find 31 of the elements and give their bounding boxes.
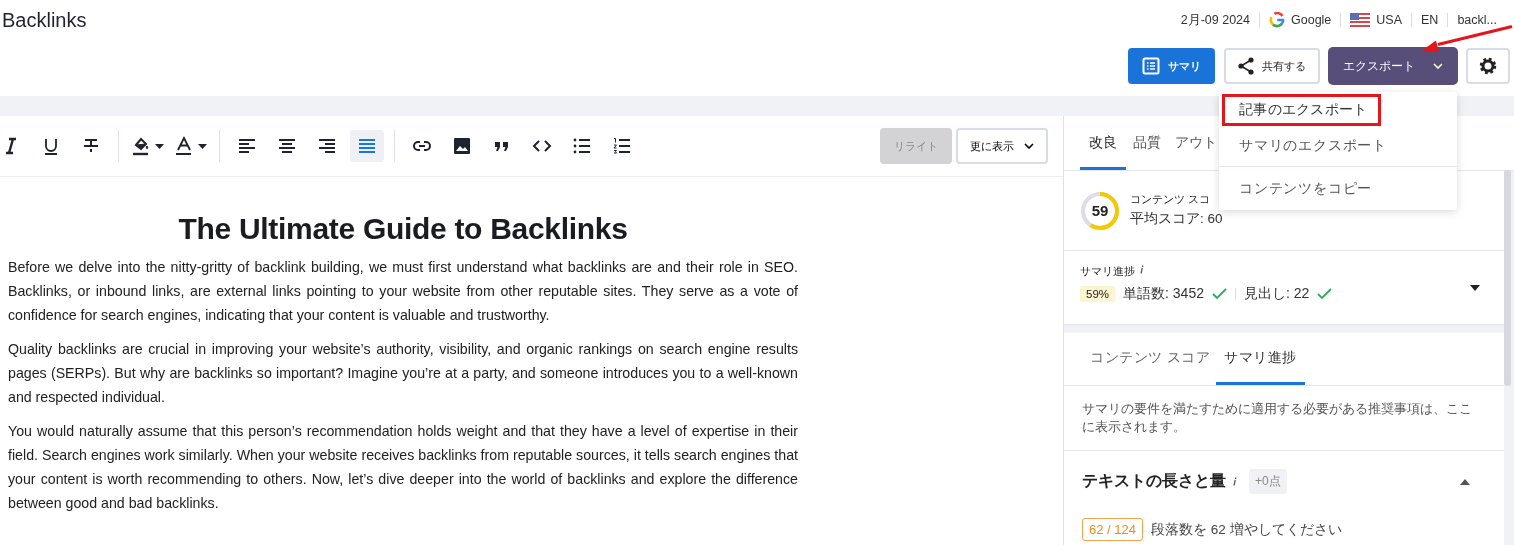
panel-tab[interactable]: 品質 bbox=[1126, 116, 1168, 170]
article-paragraph: Before we delve into the nitty-gritty of backlink building, we must first understand what backlinks are and their role in SEO. Backlinks, or inbound links, are external links pointing to your website from other reputable sites. They serve as a vote of confidence for search engines, indicating that your content is valuable and trustworthy. bbox=[8, 258, 798, 325]
search-engine-label: Google bbox=[1291, 13, 1332, 27]
paragraph-count: 62 / 124 bbox=[1082, 518, 1143, 541]
score-ring: 59 bbox=[1080, 190, 1120, 231]
keyword-label: backl... bbox=[1447, 13, 1506, 27]
word-count: 単語数: 3452 bbox=[1123, 285, 1204, 303]
section-title: テキストの長さと量 bbox=[1082, 471, 1226, 491]
export-button[interactable]: エクスポート bbox=[1329, 48, 1457, 84]
hint-text: サマリの要件を満たすために適用する必要がある推奨事項は、ここに表示されます。 bbox=[1064, 386, 1504, 451]
article-paragraph: You would naturally assume that this person’s recommendation holds weight and that they have a level of expertise in their field. Search engines work similarly. When your website receives backlinks from reputable sources, it tells search engines that your content is worth recommending to others. Now, let’s dive deeper into the world of backlinks and explore the difference between good and bad backlinks. bbox=[8, 422, 798, 513]
menu-item[interactable]: コンテンツをコピー bbox=[1219, 166, 1457, 210]
date-label: 2月-09 2024 bbox=[1179, 11, 1251, 29]
points-badge: +0点 bbox=[1249, 469, 1287, 494]
content-score-label: コンテンツ スコ bbox=[1130, 193, 1211, 207]
page-title: Backlinks bbox=[2, 8, 88, 32]
summary-button[interactable]: サマリ bbox=[1128, 48, 1215, 84]
article-heading: The Ultimate Guide to Backlinks bbox=[177, 217, 629, 241]
heading-count: 見出し: 22 bbox=[1243, 285, 1310, 303]
progress-percent: 59% bbox=[1080, 286, 1116, 302]
show-more-button[interactable]: 更に表示 bbox=[956, 128, 1048, 164]
requirement-text: 段落数を 62 増やしてください bbox=[1151, 520, 1342, 539]
share-button[interactable]: 共有する bbox=[1224, 48, 1320, 84]
summary-progress-label: サマリ進捗 bbox=[1080, 265, 1135, 279]
score-tab[interactable]: コンテンツ スコア bbox=[1084, 333, 1217, 385]
average-score: 平均スコア: 60 bbox=[1130, 211, 1223, 226]
menu-item[interactable]: 記事のエクスポート bbox=[1222, 94, 1381, 126]
language-label: EN bbox=[1411, 13, 1448, 27]
article-paragraph: Quality backlinks are crucial in improving your website’s authority, visibility, and organic rankings on search engine results pages (SERPs). But why are backlinks so important? Imagine you’re at a party, and someone introduces you to a well-known and respected individual. bbox=[8, 340, 798, 407]
country-label: USA bbox=[1376, 13, 1402, 27]
menu-item[interactable]: サマリのエクスポート bbox=[1219, 126, 1457, 166]
